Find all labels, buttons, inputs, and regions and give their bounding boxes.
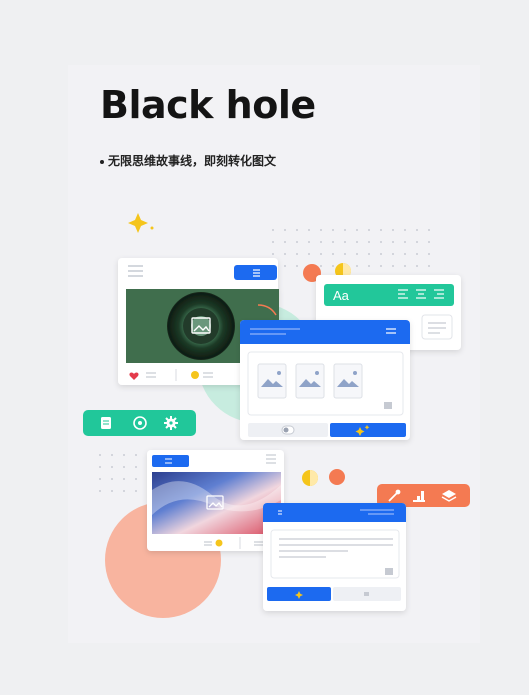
dot-grid-top <box>272 229 430 267</box>
document-window <box>263 503 406 611</box>
orange-dot-lower <box>329 469 345 485</box>
text-style-label: Aa <box>333 288 350 303</box>
gallery-window <box>240 320 410 440</box>
image-thumbnail-1[interactable] <box>257 363 287 399</box>
magic-button[interactable] <box>330 423 406 437</box>
ui-illustration: Aa <box>83 213 470 618</box>
green-toolbar <box>83 410 196 436</box>
image-thumbnail-2[interactable] <box>295 363 325 399</box>
half-circle-icon-lower <box>302 470 318 486</box>
gear-icon[interactable] <box>164 416 178 430</box>
poster-card: Black hole 无限思维故事线，即刻转化图文 Aa <box>68 65 480 643</box>
dot-grid-left <box>99 454 137 492</box>
toggle-icon-gallery[interactable] <box>281 425 295 435</box>
resize-icon <box>384 402 392 409</box>
sparkle-icon <box>128 213 154 233</box>
document-icon[interactable] <box>101 417 111 429</box>
image-thumbnail-3[interactable] <box>333 363 363 399</box>
